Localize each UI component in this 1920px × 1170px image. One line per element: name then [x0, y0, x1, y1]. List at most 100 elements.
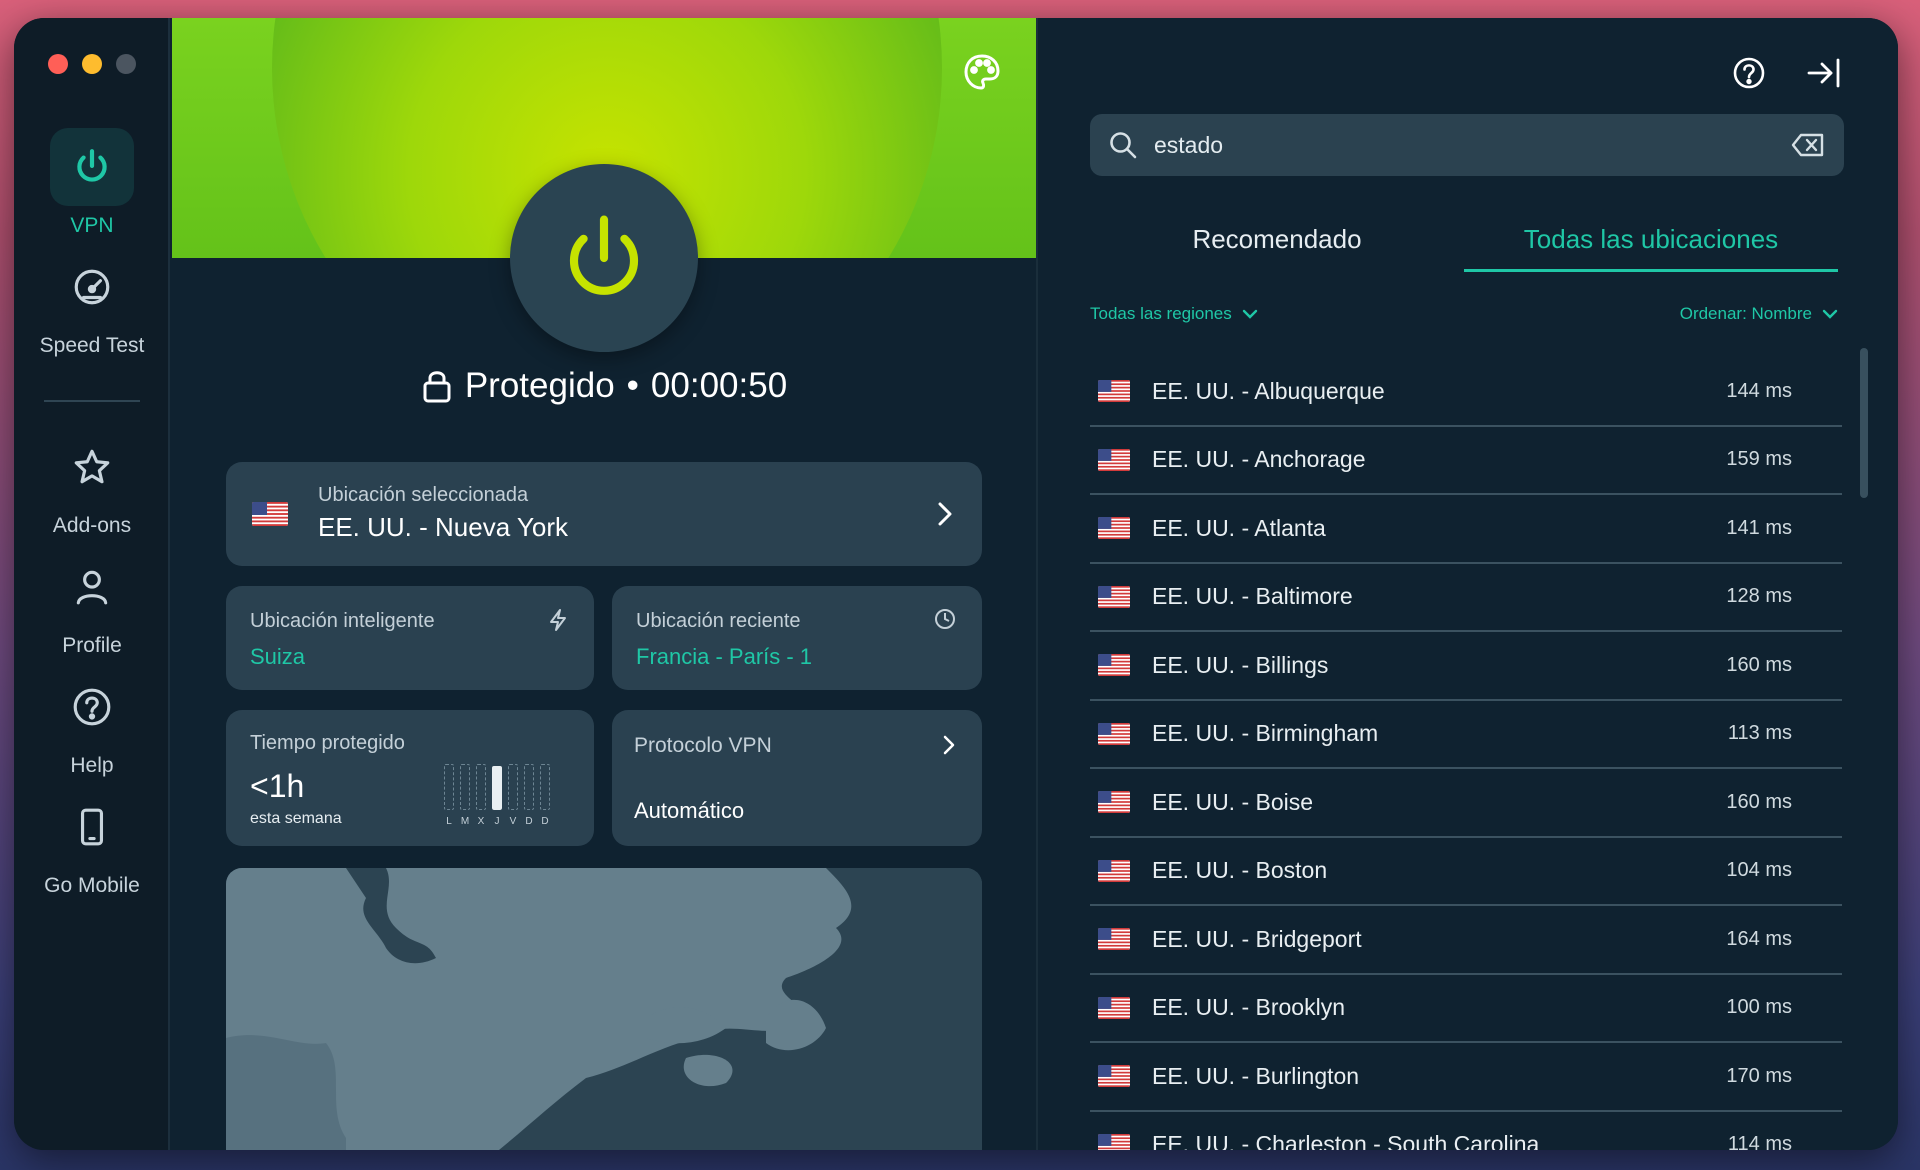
- palette-icon[interactable]: [962, 52, 1002, 97]
- location-row[interactable]: EE. UU. - Boston 104 ms: [1090, 838, 1842, 906]
- connection-panel: Protegido • 00:00:50 Ubicación seleccion…: [172, 18, 1036, 1150]
- location-name: EE. UU. - Burlington: [1152, 1062, 1360, 1089]
- person-icon: [50, 548, 134, 626]
- location-ping: 100 ms: [1726, 996, 1792, 1019]
- selected-location-value: EE. UU. - Nueva York: [318, 512, 568, 542]
- week-day-label: M: [460, 816, 470, 827]
- sidebar: VPN Speed Test Add-ons Profile Help Go M…: [14, 18, 170, 1150]
- power-icon: [50, 128, 134, 206]
- sidebar-item-vpn[interactable]: VPN: [14, 128, 170, 238]
- app-window: VPN Speed Test Add-ons Profile Help Go M…: [14, 18, 1898, 1150]
- clock-icon: [935, 609, 955, 629]
- zoom-window-button[interactable]: [116, 54, 136, 74]
- sort-dropdown[interactable]: Ordenar: Nombre: [1680, 304, 1838, 324]
- week-day-column: J: [492, 764, 502, 827]
- star-icon: [50, 428, 134, 506]
- sort-label: Ordenar: Nombre: [1679, 304, 1812, 323]
- window-controls: [48, 54, 136, 74]
- week-day-label: D: [525, 816, 533, 827]
- status-text: Protegido: [464, 366, 615, 405]
- week-day-fill: [492, 766, 502, 810]
- location-name: EE. UU. - Bridgeport: [1152, 925, 1362, 952]
- region-filter-label: Todas las regiones: [1090, 304, 1232, 323]
- chevron-down-icon: [1822, 309, 1838, 319]
- smart-location-card[interactable]: Ubicación inteligente Suiza: [226, 586, 594, 690]
- location-row[interactable]: EE. UU. - Birmingham 113 ms: [1090, 701, 1842, 769]
- tab-all-locations[interactable]: Todas las ubicaciones: [1464, 218, 1838, 272]
- sidebar-item-label: Speed Test: [39, 334, 145, 357]
- sidebar-item-profile[interactable]: Profile: [14, 548, 170, 658]
- week-day-column: X: [476, 764, 486, 827]
- connect-power-button[interactable]: [510, 164, 698, 352]
- tab-recommended[interactable]: Recomendado: [1090, 218, 1464, 272]
- week-day-label: L: [446, 816, 452, 827]
- us-flag-icon: [1098, 859, 1130, 882]
- vpn-protocol-card[interactable]: Protocolo VPN Automático: [612, 710, 982, 846]
- sidebar-item-label: VPN: [70, 214, 114, 237]
- location-name: EE. UU. - Baltimore: [1152, 583, 1353, 610]
- location-row[interactable]: EE. UU. - Anchorage 159 ms: [1090, 427, 1842, 495]
- sidebar-divider: [44, 400, 140, 402]
- help-icon[interactable]: [1732, 56, 1766, 90]
- chevron-down-icon: [1242, 309, 1257, 319]
- week-day-label: V: [509, 816, 517, 827]
- selected-location-card[interactable]: Ubicación seleccionada EE. UU. - Nueva Y…: [226, 462, 982, 566]
- location-row[interactable]: EE. UU. - Boise 160 ms: [1090, 769, 1842, 838]
- location-row[interactable]: EE. UU. - Charleston - South Carolina 114…: [1090, 1112, 1842, 1150]
- week-day-column: L: [444, 764, 454, 827]
- speedometer-icon: [50, 248, 134, 326]
- location-row[interactable]: EE. UU. - Baltimore 128 ms: [1090, 564, 1842, 632]
- lightning-icon: [550, 609, 566, 631]
- search-field[interactable]: estado: [1090, 114, 1844, 176]
- location-row[interactable]: EE. UU. - Bridgeport 164 ms: [1090, 906, 1842, 975]
- location-name: EE. UU. - Boston: [1152, 857, 1328, 884]
- us-flag-icon: [1098, 996, 1130, 1019]
- week-day-bar: [444, 764, 454, 810]
- protected-time-value: <1h: [250, 768, 305, 804]
- close-window-button[interactable]: [48, 54, 68, 74]
- location-list: EE. UU. - Albuquerque 144 ms EE. UU. - Anc…: [1090, 358, 1842, 1150]
- connection-timer: 00:00:50: [650, 366, 788, 405]
- location-row[interactable]: EE. UU. - Burlington 170 ms: [1090, 1043, 1842, 1112]
- us-flag-icon: [1098, 722, 1130, 745]
- location-row[interactable]: EE. UU. - Brooklyn 100 ms: [1090, 975, 1842, 1043]
- search-icon: [1110, 132, 1137, 159]
- collapse-panel-icon[interactable]: [1806, 56, 1842, 90]
- location-map[interactable]: [226, 868, 982, 1150]
- recent-location-card[interactable]: Ubicación reciente Francia - París - 1: [612, 586, 982, 690]
- week-bar-chart: LMXJVDD: [444, 764, 550, 827]
- sidebar-item-speed-test[interactable]: Speed Test: [14, 248, 170, 358]
- protected-time-label: Tiempo protegido: [250, 732, 405, 754]
- location-row[interactable]: EE. UU. - Atlanta 141 ms: [1090, 495, 1842, 564]
- list-scrollbar[interactable]: [1860, 348, 1868, 498]
- location-ping: 159 ms: [1726, 448, 1792, 471]
- week-day-column: D: [540, 764, 550, 827]
- location-ping: 160 ms: [1726, 653, 1792, 676]
- clear-search-icon[interactable]: [1790, 132, 1826, 158]
- search-input[interactable]: estado: [1154, 132, 1774, 159]
- recent-location-label: Ubicación reciente: [636, 610, 801, 632]
- week-day-bar: [492, 764, 502, 810]
- location-name: EE. UU. - Anchorage: [1152, 446, 1366, 473]
- location-name: EE. UU. - Brooklyn: [1152, 994, 1345, 1021]
- sidebar-item-add-ons[interactable]: Add-ons: [14, 428, 170, 538]
- locations-panel: estado Recomendado Todas las ubicaciones…: [1036, 18, 1898, 1150]
- sidebar-item-go-mobile[interactable]: Go Mobile: [14, 788, 170, 898]
- location-row[interactable]: EE. UU. - Albuquerque 144 ms: [1090, 358, 1842, 427]
- smart-location-value: Suiza: [250, 644, 306, 669]
- location-ping: 113 ms: [1727, 722, 1792, 745]
- week-day-label: J: [494, 816, 500, 827]
- us-flag-icon: [1098, 448, 1130, 471]
- us-flag-icon: [1098, 928, 1130, 951]
- lock-icon: [423, 371, 451, 403]
- us-flag-icon: [1098, 791, 1130, 814]
- us-flag-icon: [1098, 654, 1130, 677]
- week-day-column: M: [460, 764, 470, 827]
- location-name: EE. UU. - Atlanta: [1152, 514, 1326, 541]
- week-day-bar: [508, 764, 518, 810]
- sidebar-item-help[interactable]: Help: [14, 668, 170, 778]
- location-row[interactable]: EE. UU. - Billings 160 ms: [1090, 632, 1842, 701]
- minimize-window-button[interactable]: [82, 54, 102, 74]
- region-filter-dropdown[interactable]: Todas las regiones: [1090, 304, 1258, 324]
- recent-location-value: Francia - París - 1: [636, 644, 813, 669]
